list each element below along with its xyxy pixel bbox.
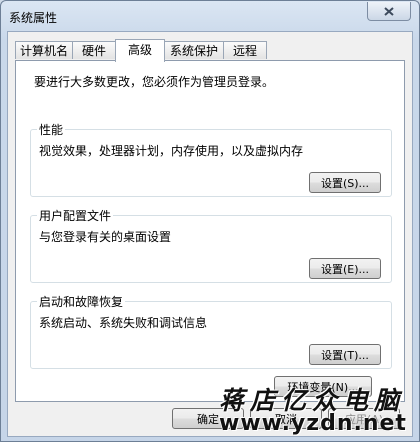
performance-legend: 性能 — [37, 121, 66, 138]
performance-description: 视觉效果，处理器计划，内存使用，以及虚拟内存 — [39, 144, 304, 158]
close-icon — [384, 6, 394, 16]
close-button[interactable] — [367, 2, 411, 21]
cancel-button[interactable]: 取消 — [250, 408, 322, 429]
startup-recovery-group: 启动和故障恢复 系统启动、系统失败和调试信息 设置(T)... — [30, 293, 392, 369]
user-profiles-group: 用户配置文件 与您登录有关的桌面设置 设置(E)... — [30, 207, 392, 283]
startup-recovery-legend: 启动和故障恢复 — [37, 293, 126, 310]
admin-notice: 要进行大多数更改，您必须作为管理员登录。 — [34, 75, 275, 89]
advanced-tab-panel: 要进行大多数更改，您必须作为管理员登录。 性能 视觉效果，处理器计划，内存使用，… — [15, 60, 405, 402]
tab-remote[interactable]: 远程 — [223, 41, 267, 59]
user-profiles-description: 与您登录有关的桌面设置 — [39, 230, 172, 244]
tab-system-protection[interactable]: 系统保护 — [164, 41, 224, 59]
tab-advanced[interactable]: 高级 — [115, 39, 165, 62]
user-profiles-settings-button[interactable]: 设置(E)... — [309, 258, 381, 279]
system-properties-window: 系统属性 计算机名 硬件 高级 系统保护 远程 要进行大多数更改，您必须作为管理… — [0, 0, 420, 442]
environment-variables-button[interactable]: 环境变量(N)... — [274, 376, 372, 397]
performance-group: 性能 视觉效果，处理器计划，内存使用，以及虚拟内存 设置(S)... — [30, 121, 392, 197]
startup-recovery-description: 系统启动、系统失败和调试信息 — [39, 316, 208, 330]
tab-computer-name[interactable]: 计算机名 — [15, 41, 73, 59]
ok-button[interactable]: 确定 — [172, 408, 244, 429]
startup-recovery-settings-button[interactable]: 设置(T)... — [309, 344, 381, 365]
tab-hardware[interactable]: 硬件 — [72, 41, 116, 59]
user-profiles-legend: 用户配置文件 — [37, 207, 114, 224]
window-title: 系统属性 — [9, 11, 58, 25]
apply-button[interactable]: 应用(A) — [328, 408, 400, 429]
title-bar: 系统属性 — [1, 1, 419, 31]
dialog-client-area: 计算机名 硬件 高级 系统保护 远程 要进行大多数更改，您必须作为管理员登录。 … — [7, 31, 413, 437]
performance-settings-button[interactable]: 设置(S)... — [309, 172, 381, 193]
